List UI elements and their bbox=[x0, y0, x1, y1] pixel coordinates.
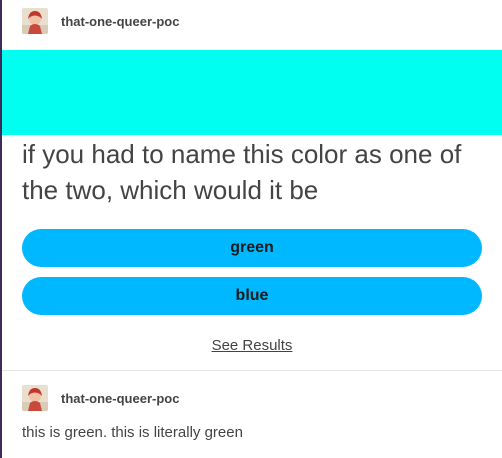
reply-username[interactable]: that-one-queer-poc bbox=[61, 391, 179, 406]
poll-question: if you had to name this color as one of … bbox=[22, 139, 462, 205]
reply-user-avatar[interactable] bbox=[22, 385, 48, 411]
reply-header: that-one-queer-poc bbox=[22, 385, 179, 411]
user-avatar[interactable] bbox=[22, 8, 48, 34]
post-username[interactable]: that-one-queer-poc bbox=[61, 14, 179, 29]
see-results-link[interactable]: See Results bbox=[22, 337, 482, 354]
post-header: that-one-queer-poc bbox=[22, 8, 179, 34]
color-swatch-image bbox=[2, 50, 502, 135]
reply-text: this is green. this is literally green bbox=[22, 424, 243, 441]
poll-option-blue[interactable]: blue bbox=[22, 277, 482, 315]
poll-option-green[interactable]: green bbox=[22, 229, 482, 267]
avatar-image-icon bbox=[22, 8, 48, 34]
post-divider bbox=[2, 370, 502, 371]
avatar-image-icon bbox=[22, 385, 48, 411]
